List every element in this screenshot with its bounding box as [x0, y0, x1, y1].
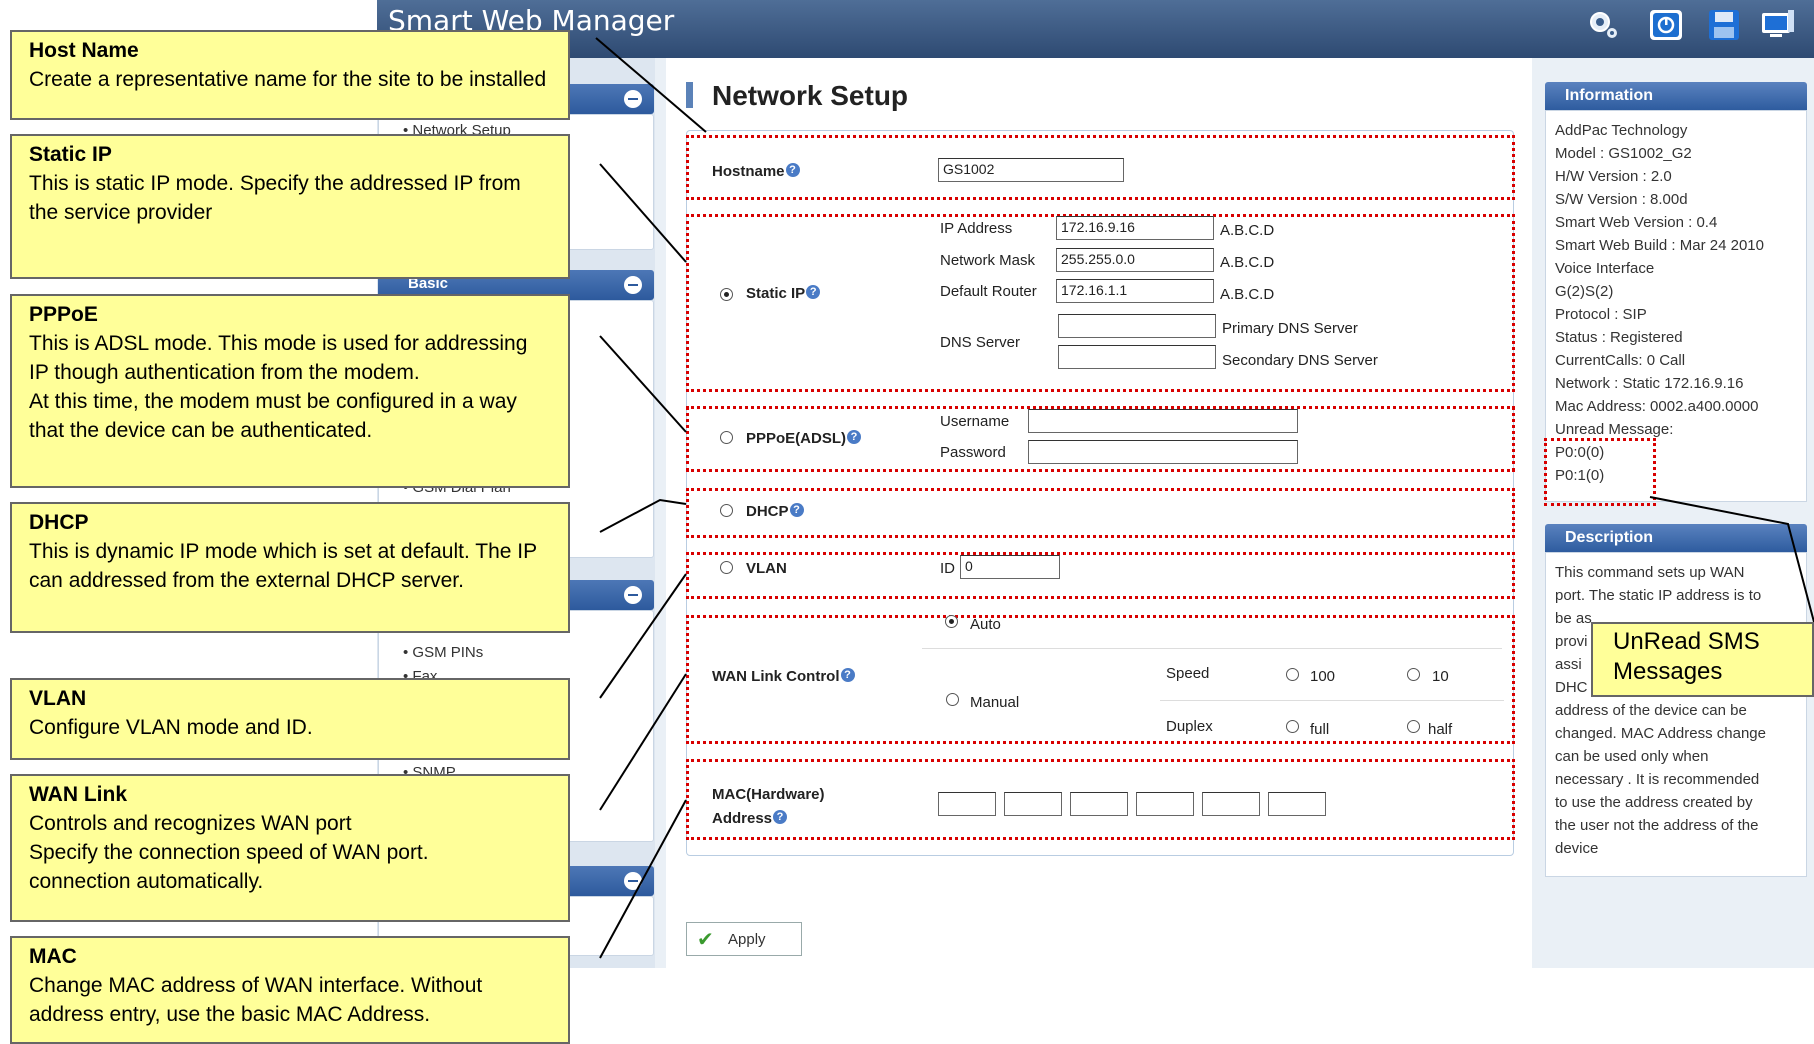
- callout-pppoe: PPPoE This is ADSL mode. This mode is use…: [10, 294, 570, 488]
- callout-dhcp: DHCP This is dynamic IP mode which is set…: [10, 502, 570, 633]
- callout-static-ip: Static IP This is static IP mode. Specify…: [10, 134, 570, 279]
- callout-wan-link: WAN Link Controls and recognizes WAN port…: [10, 774, 570, 922]
- callout-hostname: Host Name Create a representative name fo…: [10, 30, 570, 120]
- callout-mac: MAC Change MAC address of WAN interface. …: [10, 936, 570, 1044]
- callout-vlan: VLAN Configure VLAN mode and ID.: [10, 678, 570, 760]
- callout-unread-sms: UnRead SMS Messages: [1591, 622, 1814, 697]
